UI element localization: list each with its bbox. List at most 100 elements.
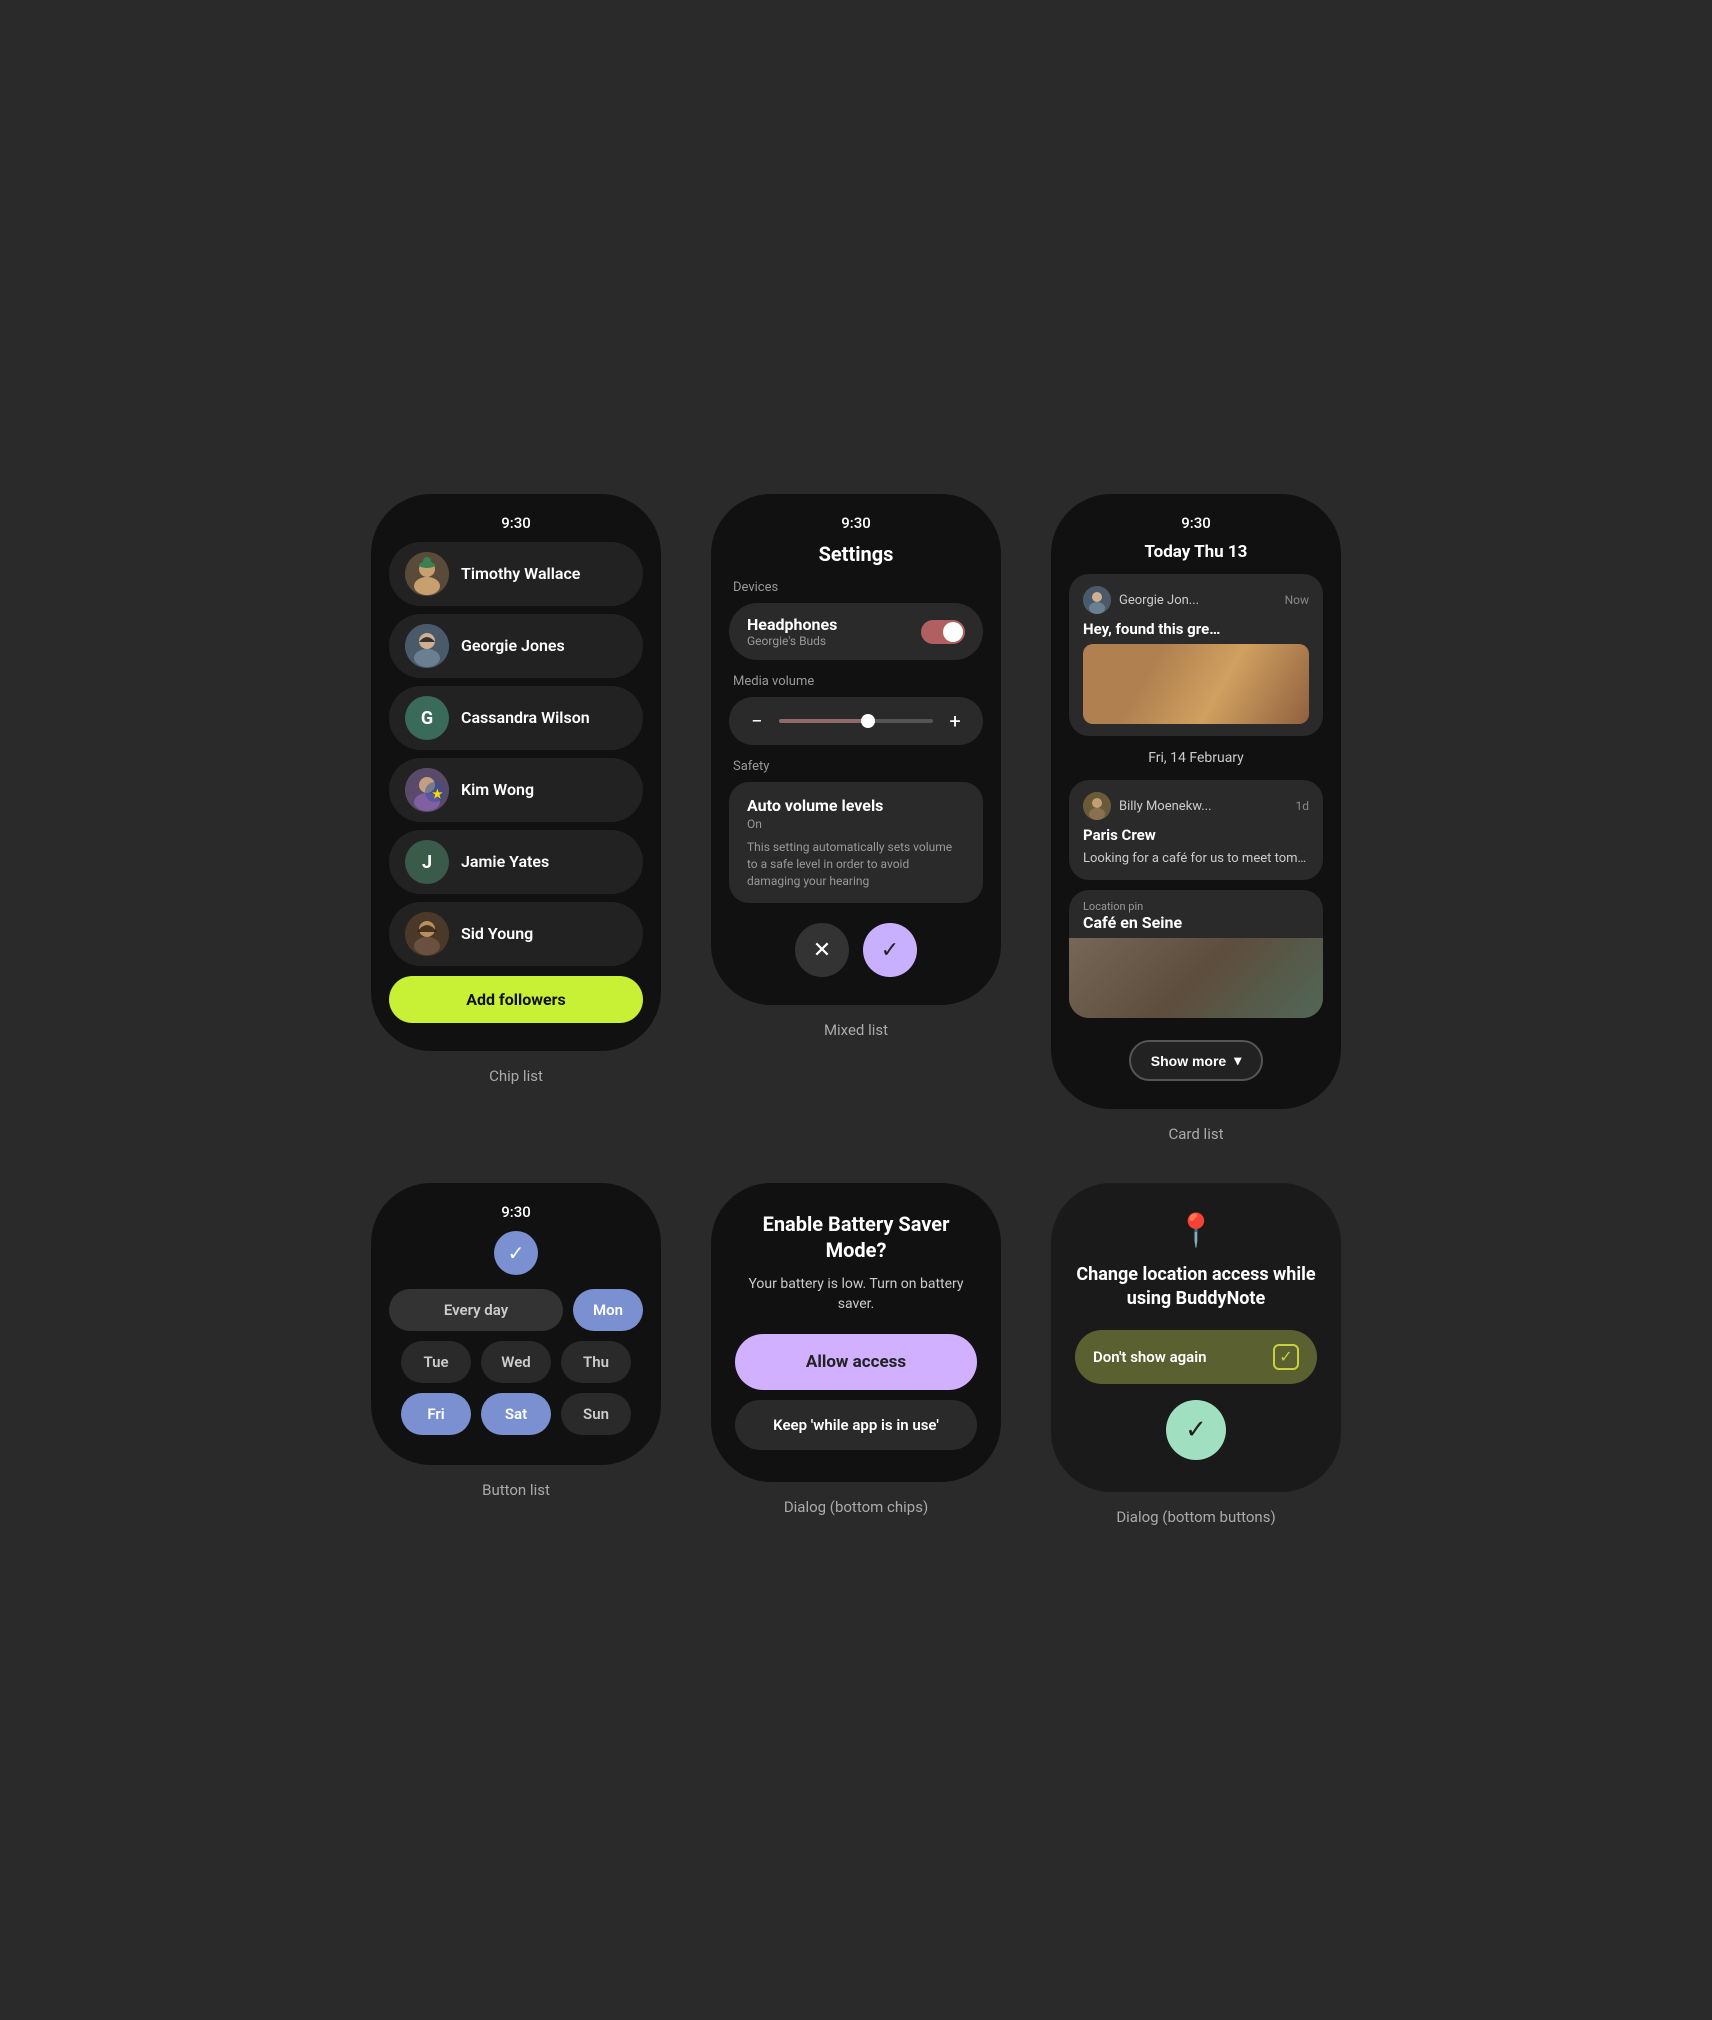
headphones-row[interactable]: Headphones Georgie's Buds: [729, 603, 983, 660]
show-more-button[interactable]: Show more ▾: [1129, 1040, 1264, 1081]
contact-name-sid: Sid Young: [461, 924, 533, 943]
contact-name-jamie: Jamie Yates: [461, 852, 549, 871]
notification-card-billy[interactable]: Billy Moenekw... 1d Paris Crew Looking f…: [1069, 780, 1323, 880]
settings-title: Settings: [819, 542, 894, 566]
chip-item-kim[interactable]: ★ Kim Wong: [389, 758, 643, 822]
contact-name-cassandra: Cassandra Wilson: [461, 708, 590, 727]
chip-item-georgie[interactable]: Georgie Jones: [389, 614, 643, 678]
volume-thumb: [861, 714, 875, 728]
check-icon: ✓: [508, 1241, 525, 1265]
thu-button[interactable]: Thu: [561, 1341, 631, 1383]
auto-volume-row[interactable]: Auto volume levels On This setting autom…: [729, 782, 983, 903]
cancel-icon: ✕: [813, 938, 831, 963]
midweek-row: Tue Wed Thu: [389, 1341, 643, 1383]
notif-header-billy: Billy Moenekw... 1d: [1083, 792, 1309, 820]
location-image: [1069, 938, 1323, 1018]
auto-vol-description: This setting automatically sets volume t…: [747, 839, 965, 889]
tue-button[interactable]: Tue: [401, 1341, 471, 1383]
button-list-time: 9:30: [501, 1203, 531, 1221]
notif-name-billy: Billy Moenekw...: [1119, 799, 1212, 814]
dialog-buttons-label: Dialog (bottom buttons): [1116, 1508, 1275, 1526]
chip-list-label: Chip list: [489, 1067, 543, 1085]
wed-button[interactable]: Wed: [481, 1341, 551, 1383]
contact-name-timothy: Timothy Wallace: [461, 564, 580, 583]
notif-body-billy: Looking for a café for us to meet tom…: [1083, 850, 1309, 868]
everyday-row: Every day Mon: [389, 1289, 643, 1331]
sun-button[interactable]: Sun: [561, 1393, 631, 1435]
card-list-device: 9:30 Today Thu 13: [1041, 494, 1351, 1143]
chip-item-sid[interactable]: Sid Young: [389, 902, 643, 966]
add-followers-button[interactable]: Add followers: [389, 976, 643, 1023]
card-list-label: Card list: [1169, 1125, 1224, 1143]
notif-title-billy: Paris Crew: [1083, 826, 1309, 844]
notif-sender-billy: Billy Moenekw...: [1083, 792, 1212, 820]
mixed-list-time: 9:30: [841, 514, 871, 532]
dialog-confirm-button[interactable]: ✓: [1166, 1400, 1226, 1460]
chip-list: Timothy Wallace Georgie Jones G: [389, 542, 643, 966]
chip-list-device: 9:30 Timothy Wallace: [361, 494, 671, 1085]
notif-time-georgie: Now: [1285, 593, 1309, 607]
avatar-georgie-notif: [1083, 586, 1111, 614]
chip-list-time: 9:30: [501, 514, 531, 532]
volume-section-label: Media volume: [729, 674, 983, 689]
keep-while-in-use-button[interactable]: Keep 'while app is in use': [735, 1400, 977, 1450]
volume-decrease-button[interactable]: −: [745, 709, 769, 733]
confirm-checkmark-icon: ✓: [1185, 1415, 1207, 1445]
notif-name-georgie: Georgie Jon...: [1119, 593, 1199, 608]
confirm-button[interactable]: ✓: [863, 923, 917, 977]
everyday-button[interactable]: Every day: [389, 1289, 563, 1331]
notif-time-billy: 1d: [1295, 799, 1309, 813]
volume-increase-button[interactable]: +: [943, 709, 967, 733]
svg-text:★: ★: [432, 787, 443, 801]
dont-show-again-row[interactable]: Don't show again ✓: [1075, 1330, 1317, 1384]
contact-name-georgie: Georgie Jones: [461, 636, 565, 655]
location-dialog-title: Change location access while using Buddy…: [1075, 1263, 1317, 1310]
checkmark-button[interactable]: ✓: [494, 1231, 538, 1275]
day-buttons-container: Every day Mon Tue Wed Thu Fri Sat Sun: [389, 1289, 643, 1435]
volume-track[interactable]: [779, 719, 933, 723]
button-list-device: 9:30 ✓ Every day Mon Tue Wed Thu Fri Sat…: [361, 1183, 671, 1499]
dialog-chips-body: Your battery is low. Turn on battery sav…: [735, 1275, 977, 1314]
notif-header-georgie: Georgie Jon... Now: [1083, 586, 1309, 614]
chip-item-cassandra[interactable]: G Cassandra Wilson: [389, 686, 643, 750]
headphones-sub: Georgie's Buds: [747, 634, 837, 648]
auto-vol-title: Auto volume levels: [747, 796, 965, 815]
devices-section-label: Devices: [729, 580, 983, 595]
avatar-jamie: J: [405, 840, 449, 884]
headphones-toggle[interactable]: [921, 620, 965, 644]
dont-show-label: Don't show again: [1093, 1348, 1207, 1366]
allow-access-button[interactable]: Allow access: [735, 1334, 977, 1390]
weekend-row: Fri Sat Sun: [389, 1393, 643, 1435]
cancel-button[interactable]: ✕: [795, 923, 849, 977]
volume-fill: [779, 719, 864, 723]
dialog-chips-label: Dialog (bottom chips): [784, 1498, 928, 1516]
dialog-chips-title: Enable Battery Saver Mode?: [735, 1211, 977, 1263]
notif-sender-georgie: Georgie Jon...: [1083, 586, 1199, 614]
avatar-georgie: [405, 624, 449, 668]
location-label: Location pin: [1083, 900, 1309, 913]
dont-show-checkbox[interactable]: ✓: [1273, 1344, 1299, 1370]
auto-vol-status: On: [747, 817, 965, 831]
notification-card-georgie[interactable]: Georgie Jon... Now Hey, found this gre…: [1069, 574, 1323, 736]
avatar-billy-notif: [1083, 792, 1111, 820]
card-list-time: 9:30: [1181, 514, 1211, 532]
mixed-list-device: 9:30 Settings Devices Headphones Georgie…: [701, 494, 1011, 1039]
button-list-label: Button list: [482, 1481, 550, 1499]
sat-button[interactable]: Sat: [481, 1393, 551, 1435]
volume-row[interactable]: − +: [729, 697, 983, 745]
avatar-cassandra: G: [405, 696, 449, 740]
chip-item-timothy[interactable]: Timothy Wallace: [389, 542, 643, 606]
notif-title-georgie: Hey, found this gre…: [1083, 620, 1309, 638]
fri-button[interactable]: Fri: [401, 1393, 471, 1435]
chevron-down-icon: ▾: [1234, 1052, 1241, 1069]
chip-item-jamie[interactable]: J Jamie Yates: [389, 830, 643, 894]
card-list: Georgie Jon... Now Hey, found this gre… …: [1069, 574, 1323, 1081]
dialog-chips-device: Enable Battery Saver Mode? Your battery …: [701, 1183, 1011, 1516]
location-card[interactable]: Location pin Café en Seine: [1069, 890, 1323, 1018]
avatar-kim: ★: [405, 768, 449, 812]
avatar-sid: [405, 912, 449, 956]
mixed-list-label: Mixed list: [824, 1021, 888, 1039]
mon-button[interactable]: Mon: [573, 1289, 643, 1331]
headphones-title: Headphones: [747, 615, 837, 634]
card-list-date: Today Thu 13: [1145, 542, 1248, 562]
